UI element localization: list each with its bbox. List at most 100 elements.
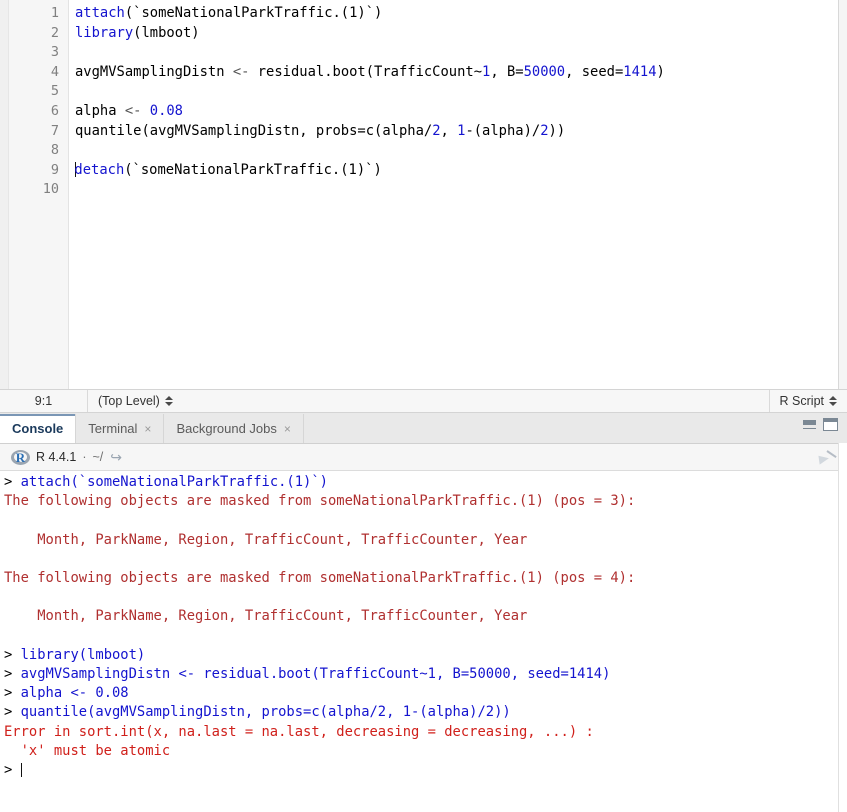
console-prompt: > — [4, 665, 21, 682]
line-number: 1 — [50, 5, 59, 21]
console-command: avgMVSamplingDistn <- residual.boot(Traf… — [20, 665, 611, 682]
line-number: 5 — [50, 83, 59, 100]
tab-close-icon[interactable]: × — [284, 423, 291, 435]
console-line: > avgMVSamplingDistn <- residual.boot(Tr… — [4, 665, 847, 684]
console-prompt: > — [4, 761, 21, 778]
console-message-text: The following objects are masked from so… — [4, 493, 636, 510]
cursor-position-indicator: 9:1 — [0, 390, 88, 412]
console-output-area[interactable]: > attach(`someNationalParkTraffic.(1)`) T… — [0, 471, 847, 812]
console-line: 'x' must be atomic — [4, 742, 847, 761]
console-line: The following objects are masked from so… — [4, 569, 847, 588]
editor-line-number-gutter: 1 2 3 4 5 6 7 8 9 10 — [9, 0, 69, 389]
code-token: attach — [75, 5, 125, 21]
console-prompt: > — [4, 474, 21, 490]
code-line[interactable] — [75, 82, 847, 102]
code-token: <- — [232, 63, 258, 80]
tab-terminal[interactable]: Terminal × — [76, 414, 165, 443]
code-token: -(alpha)/ — [465, 122, 541, 139]
console-line: Error in sort.int(x, na.last = na.last, … — [4, 723, 847, 742]
console-vertical-scrollbar[interactable] — [838, 443, 847, 812]
console-pane: Console Terminal × Background Jobs × R R 4.4… — [0, 413, 847, 812]
line-number: 9 — [50, 161, 59, 178]
r-logo-letter: R — [15, 449, 26, 465]
code-token: )) — [548, 122, 566, 139]
code-line[interactable]: alpha <- 0.08 — [75, 102, 847, 122]
document-type-dropdown[interactable]: R Script — [768, 390, 847, 412]
line-number: 2 — [50, 24, 59, 41]
console-command: quantile(avgMVSamplingDistn, probs=c(alp… — [20, 704, 511, 721]
code-scope-dropdown[interactable]: (Top Level) — [88, 390, 173, 412]
tab-label: Terminal — [88, 421, 138, 436]
console-command: library(lmboot) — [20, 646, 146, 663]
console-line: The following objects are masked from so… — [4, 492, 847, 511]
code-line[interactable] — [75, 180, 847, 200]
code-token: , — [440, 122, 458, 139]
code-token: residual.boot(TrafficCount~ — [257, 63, 483, 80]
code-scope-label: (Top Level) — [98, 394, 160, 408]
tab-background-jobs[interactable]: Background Jobs × — [164, 414, 304, 443]
tab-console[interactable]: Console — [0, 414, 77, 443]
code-token: 50000 — [523, 63, 566, 80]
code-token: avgMVSamplingDistn — [75, 63, 233, 80]
code-line[interactable]: avgMVSamplingDistn <- residual.boot(Traf… — [75, 63, 847, 83]
console-line: > library(lmboot) — [4, 646, 847, 665]
minimize-pane-icon[interactable] — [803, 420, 816, 429]
line-number: 4 — [50, 63, 59, 80]
line-number: 7 — [50, 122, 59, 139]
tab-close-icon[interactable]: × — [144, 423, 151, 435]
code-token: <- — [124, 102, 150, 119]
tab-label: Background Jobs — [176, 421, 277, 436]
console-input-line[interactable]: > — [4, 761, 847, 780]
code-token: (`someNationalParkTraffic.(1)`) — [124, 161, 382, 178]
chevron-updown-icon — [164, 396, 173, 406]
console-line: Month, ParkName, Region, TrafficCount, T… — [4, 607, 847, 626]
console-tab-bar: Console Terminal × Background Jobs × — [0, 413, 847, 444]
source-editor-body[interactable]: 1 2 3 4 5 6 7 8 9 10 attach(`someNationalParkTraf… — [0, 0, 847, 389]
r-logo-icon: R — [11, 449, 30, 465]
header-separator: · — [82, 450, 87, 464]
code-line[interactable]: quantile(avgMVSamplingDistn, probs=c(alp… — [75, 122, 847, 142]
tab-label: Console — [12, 421, 64, 436]
code-line[interactable]: library(lmboot) — [75, 24, 847, 44]
editor-vertical-scrollbar[interactable] — [838, 0, 847, 389]
code-token: alpha — [75, 102, 125, 119]
pane-window-controls — [803, 410, 847, 443]
console-prompt: > — [4, 704, 21, 721]
chevron-updown-icon — [829, 396, 837, 406]
maximize-pane-icon[interactable] — [823, 418, 838, 431]
open-directory-arrow-icon[interactable]: ↪ — [110, 450, 122, 464]
console-command: alpha <- 0.08 — [20, 685, 129, 702]
console-message-text: Month, ParkName, Region, TrafficCount, T… — [4, 531, 528, 548]
r-version-label: R 4.4.1 — [36, 450, 77, 464]
code-token: 1414 — [623, 63, 657, 80]
console-message-text: The following objects are masked from so… — [4, 569, 636, 586]
code-line[interactable]: detach(`someNationalParkTraffic.(1)`) — [74, 161, 847, 181]
line-number: 3 — [50, 44, 59, 61]
code-token: (`someNationalParkTraffic.(1)`) — [124, 5, 383, 21]
editor-code-area[interactable]: attach(`someNationalParkTraffic.(1)`) lib… — [69, 0, 847, 389]
console-message-text: Month, ParkName, Region, TrafficCount, T… — [4, 608, 528, 625]
code-token: detach — [74, 161, 125, 178]
console-text-cursor — [20, 762, 22, 777]
code-token: 0.08 — [149, 102, 183, 119]
code-token: , seed= — [565, 63, 624, 80]
console-error-text: 'x' must be atomic — [4, 742, 171, 759]
editor-left-strip — [0, 0, 9, 389]
clear-console-broom-icon[interactable] — [818, 449, 838, 465]
code-line[interactable] — [75, 43, 847, 63]
console-line: Month, ParkName, Region, TrafficCount, T… — [4, 531, 847, 550]
console-command: attach(`someNationalParkTraffic.(1)`) — [20, 474, 328, 490]
console-error-text: Error in sort.int(x, na.last = na.last, … — [4, 723, 594, 740]
console-line: > alpha <- 0.08 — [4, 684, 847, 703]
code-line[interactable] — [75, 141, 847, 161]
document-type-label: R Script — [779, 394, 824, 408]
code-token: 2 — [540, 122, 549, 139]
line-number: 6 — [50, 102, 59, 119]
working-directory-label[interactable]: ~/ — [92, 450, 103, 464]
editor-status-bar: 9:1 (Top Level) R Script — [0, 389, 847, 413]
code-line[interactable]: attach(`someNationalParkTraffic.(1)`) — [75, 4, 847, 24]
